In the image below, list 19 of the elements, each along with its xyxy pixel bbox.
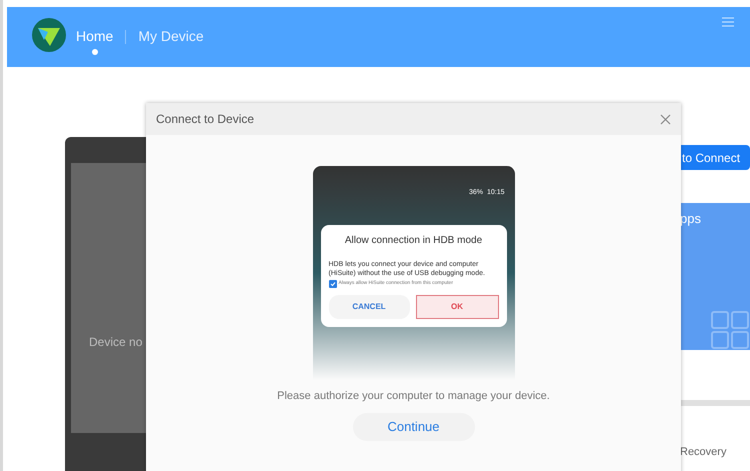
- nav-tab[interactable]: My Device: [138, 26, 204, 47]
- check-icon: [330, 280, 336, 286]
- grid-icon: [710, 310, 750, 350]
- connect-button[interactable]: to Connect: [680, 145, 750, 170]
- logo-icon: [32, 18, 66, 52]
- dialog-message: Please authorize your computer to manage your device.: [277, 389, 550, 404]
- prompt-title: Allow connection in HDB mode: [344, 234, 484, 248]
- apps-card[interactable]: pps: [680, 203, 750, 350]
- checkbox[interactable]: [328, 280, 336, 288]
- recovery-item[interactable]: Recovery: [680, 444, 750, 460]
- nav-tab[interactable]: Home: [76, 26, 114, 47]
- menu-icon[interactable]: [722, 17, 734, 27]
- continue-button[interactable]: Continue: [352, 412, 474, 440]
- prompt-button[interactable]: CANCEL: [328, 294, 410, 318]
- close-icon[interactable]: [660, 114, 671, 124]
- dialog-title: Connect to Device: [156, 111, 254, 128]
- device-status-text: Device no: [89, 334, 142, 351]
- apps-card-title: pps: [680, 210, 702, 228]
- prompt-button[interactable]: OK: [416, 294, 498, 318]
